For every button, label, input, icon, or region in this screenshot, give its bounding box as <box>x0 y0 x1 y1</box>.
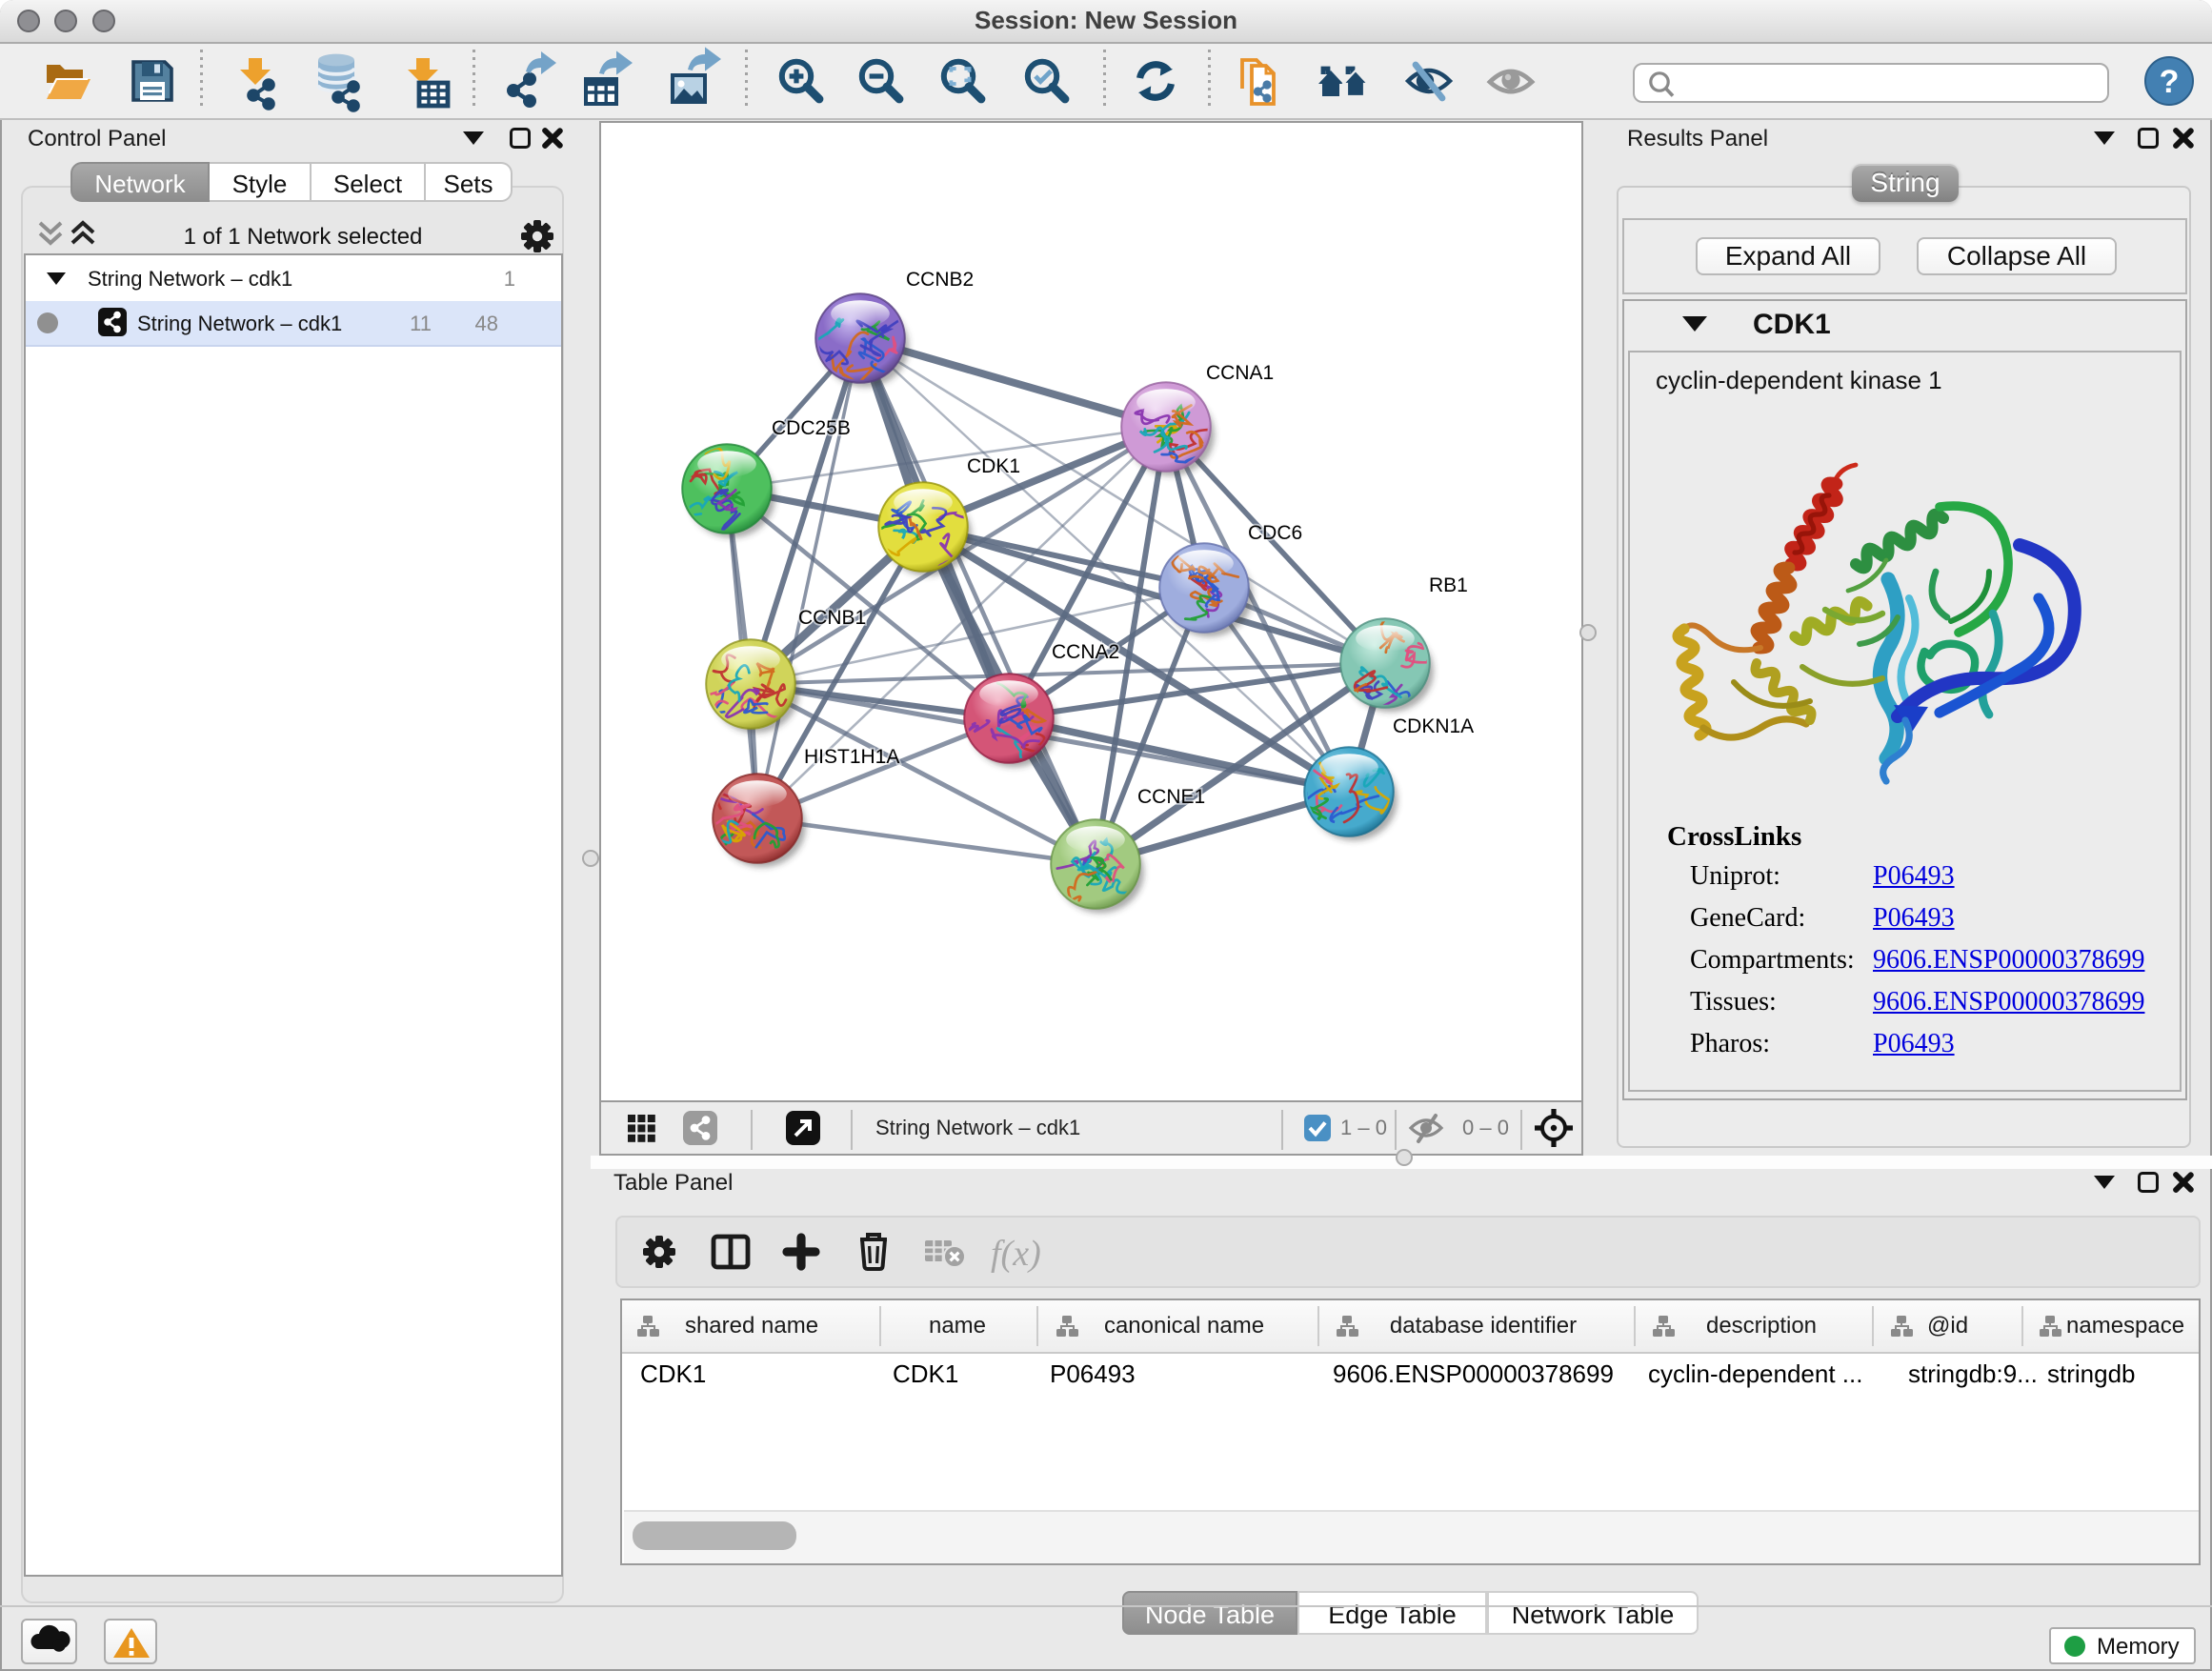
svg-text:f(x): f(x) <box>991 1234 1041 1274</box>
svg-text:CCNB1: CCNB1 <box>798 607 866 629</box>
svg-text:CCNA2: CCNA2 <box>1052 641 1119 663</box>
svg-text:CDC25B: CDC25B <box>772 417 851 439</box>
svg-text:CDC6: CDC6 <box>1248 522 1302 544</box>
svg-text:CCNB2: CCNB2 <box>906 269 974 291</box>
svg-text:CDK1: CDK1 <box>967 455 1020 477</box>
svg-text:CDKN1A: CDKN1A <box>1393 715 1474 737</box>
svg-text:CCNE1: CCNE1 <box>1137 786 1205 808</box>
svg-text:RB1: RB1 <box>1429 574 1468 596</box>
svg-text:?: ? <box>2160 64 2180 100</box>
svg-text:1 of 1 Network selected: 1 of 1 Network selected <box>184 224 423 250</box>
svg-text:CCNA1: CCNA1 <box>1206 362 1274 384</box>
svg-text:HIST1H1A: HIST1H1A <box>804 746 899 768</box>
